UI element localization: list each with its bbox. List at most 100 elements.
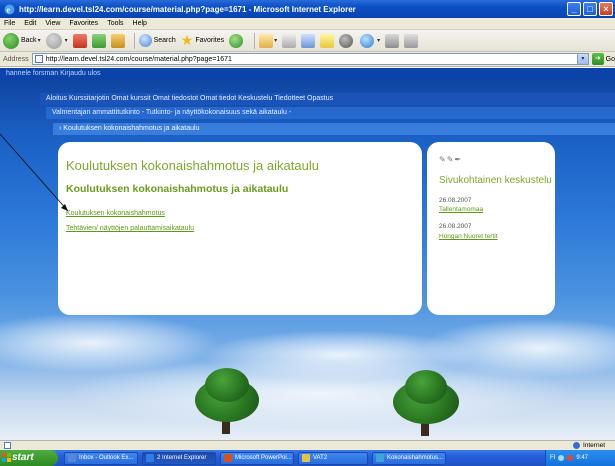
discussion-link[interactable]: Hongan Nuoret tertit (439, 233, 498, 240)
history-button[interactable] (229, 33, 245, 48)
home-button[interactable] (110, 33, 125, 48)
back-label: Back (21, 37, 37, 44)
language-indicator[interactable]: FI (550, 450, 555, 466)
menu-favorites[interactable]: Favorites (69, 20, 98, 27)
search-button[interactable]: Search (138, 34, 176, 47)
page-status-icon (4, 442, 11, 449)
menu-help[interactable]: Help (133, 20, 147, 27)
pen-tool-icon[interactable]: ✒ (454, 155, 462, 164)
discussion-date: 26.08.2007 (439, 197, 472, 204)
chevron-down-icon[interactable]: ▾ (38, 37, 41, 44)
course-navigation: Valmentajan ammattitutkinto - Tutkinto- … (46, 107, 615, 119)
mail-button[interactable]: ▾ (259, 33, 277, 48)
search-icon (138, 34, 152, 47)
address-bar: Address http://learn.devel.tsl24.com/cou… (0, 52, 615, 67)
favorites-button[interactable]: ★ Favorites (181, 32, 224, 49)
close-button[interactable]: × (599, 2, 613, 16)
taskbar-item-document[interactable]: Kokonaishahmotus... (372, 451, 446, 465)
menu-tools[interactable]: Tools (107, 20, 123, 27)
go-button[interactable]: ➜ (591, 53, 604, 65)
taskbar-item-label: VAT2 (313, 454, 328, 461)
internet-explorer-icon (146, 454, 154, 462)
window-title: http://learn.devel.tsl24.com/course/mate… (19, 4, 356, 14)
network-icon[interactable] (558, 455, 565, 461)
address-input[interactable]: http://learn.devel.tsl24.com/course/mate… (31, 53, 589, 65)
taskbar-item-outlook[interactable]: Inbox - Outlook Ex... (64, 451, 138, 465)
print-button[interactable] (282, 33, 297, 48)
research-button[interactable]: ▾ (360, 33, 380, 48)
start-button[interactable]: start (0, 450, 58, 466)
taskbar-item-folder[interactable]: VAT2 (298, 451, 368, 465)
chevron-down-icon[interactable]: ▾ (274, 37, 277, 44)
discussion-date: 26.08.2007 (439, 223, 472, 230)
address-url: http://learn.devel.tsl24.com/course/mate… (45, 55, 232, 63)
edit-button[interactable] (301, 33, 316, 48)
edit-tool-icon[interactable]: ✎ (439, 155, 447, 164)
edit-icon (301, 33, 316, 48)
menu-bar: File Edit View Favorites Tools Help (0, 18, 615, 30)
forward-button[interactable]: ▾ (45, 32, 68, 49)
system-tray: FI 9:47 (545, 450, 615, 466)
extension-button[interactable] (404, 33, 419, 48)
section-heading: Koulutuksen kokonaishahmotus ja aikataul… (66, 183, 289, 195)
menu-file[interactable]: File (4, 20, 15, 27)
discussion-link[interactable]: Tallentamomaa (439, 206, 483, 213)
messenger-button[interactable] (339, 33, 355, 48)
taskbar-item-label: 2 Internet Explorer (157, 454, 207, 461)
clock: 9:47 (576, 455, 589, 461)
toolbar-separator (254, 32, 256, 49)
security-icon[interactable] (567, 455, 574, 461)
menu-edit[interactable]: Edit (24, 20, 36, 27)
background-cloud (60, 358, 580, 428)
status-bar: Internet (0, 440, 615, 450)
internet-explorer-icon: e (4, 4, 15, 15)
chevron-down-icon[interactable]: ▾ (65, 37, 68, 44)
back-arrow-icon (3, 32, 19, 49)
stop-icon (72, 33, 87, 48)
user-login-text[interactable]: hannele forsman Kirjaudu ulos (6, 70, 101, 77)
taskbar-item-powerpoint[interactable]: Microsoft PowerPoi... (220, 451, 294, 465)
page-viewport: hannele forsman Kirjaudu ulos Aloitus Ku… (0, 68, 615, 440)
windows-logo-icon (2, 453, 11, 462)
messenger-icon (339, 33, 354, 48)
mail-icon (259, 33, 274, 48)
window-controls: _ □ × (567, 2, 613, 16)
stop-button[interactable] (72, 33, 87, 48)
side-panel-title: Sivukohtainen keskustelu (439, 175, 552, 186)
history-icon (229, 33, 244, 48)
refresh-button[interactable] (91, 33, 106, 48)
back-button[interactable]: Back ▾ (3, 32, 41, 49)
menu-view[interactable]: View (45, 20, 60, 27)
taskbar-item-ie[interactable]: 2 Internet Explorer (142, 451, 216, 465)
chevron-down-icon[interactable]: ▾ (576, 54, 588, 64)
zone-label: Internet (582, 442, 605, 449)
forward-arrow-icon (45, 32, 62, 49)
tools-extra-button[interactable] (385, 33, 400, 48)
start-label: start (12, 452, 34, 463)
research-icon (360, 33, 375, 48)
notes-icon (320, 33, 335, 48)
material-link-schedule[interactable]: Tehtävien/ näyttöjen palauttamisaikataul… (66, 225, 194, 232)
page-icon (34, 55, 43, 63)
chevron-down-icon[interactable]: ▾ (377, 37, 380, 44)
notes-button[interactable] (320, 33, 335, 48)
address-label: Address (3, 55, 29, 63)
breadcrumb-current[interactable]: › Koulutuksen kokonaishahmotus ja aikata… (59, 125, 199, 132)
print-icon (282, 33, 297, 48)
course-nav-links[interactable]: Valmentajan ammattitutkinto - Tutkinto- … (52, 109, 291, 116)
minimize-button[interactable]: _ (567, 2, 581, 16)
taskbar-item-label: Inbox - Outlook Ex... (79, 454, 134, 461)
main-content-panel: Koulutuksen kokonaishahmotus ja aikataul… (58, 142, 422, 315)
page-title: Koulutuksen kokonaishahmotus ja aikataul… (66, 158, 319, 173)
material-link-overview[interactable]: Koulutuksen kokonaishahmotus (66, 210, 165, 217)
taskbar-item-label: Kokonaishahmotus... (387, 454, 444, 461)
outlook-icon (68, 454, 76, 462)
powerpoint-icon (224, 454, 232, 462)
document-icon (376, 454, 384, 462)
main-nav-links[interactable]: Aloitus Kurssitarjotin Omat kurssit Omat… (46, 95, 333, 102)
search-label: Search (153, 37, 176, 44)
maximize-button[interactable]: □ (583, 2, 597, 16)
folder-icon (302, 454, 310, 462)
go-label[interactable]: Go (606, 56, 615, 63)
window-title-bar[interactable]: e http://learn.devel.tsl24.com/course/ma… (0, 0, 615, 18)
